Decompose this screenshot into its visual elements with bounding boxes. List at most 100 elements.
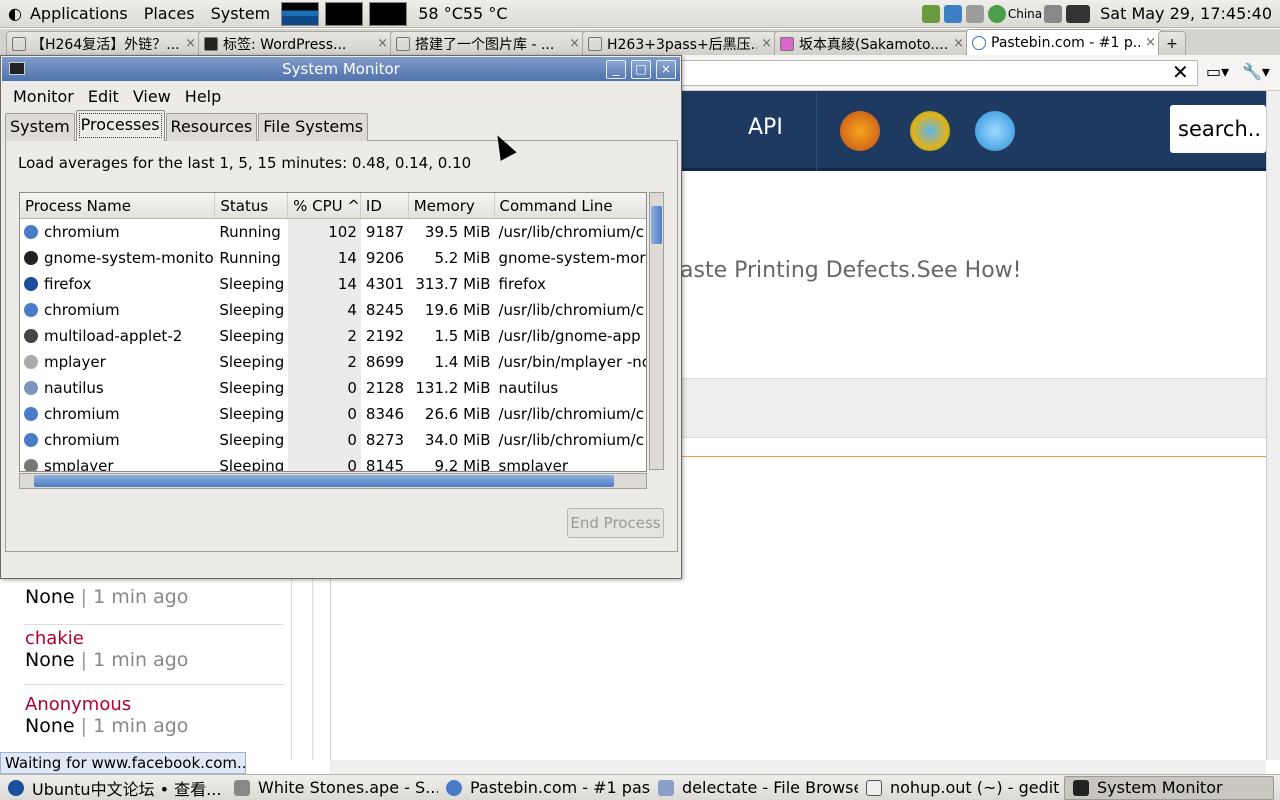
browser-tab[interactable]: H263+3pass+后黑压... × xyxy=(582,31,778,55)
paste-syntax: None xyxy=(25,586,75,608)
column-id[interactable]: ID xyxy=(361,193,409,218)
page-scrollbar[interactable] xyxy=(1266,91,1280,760)
browser-tab-active[interactable]: Pastebin.com - #1 p... × xyxy=(966,29,1162,55)
process-icon xyxy=(24,225,38,239)
site-search-input[interactable]: search.. xyxy=(1170,105,1266,153)
column-process-name[interactable]: Process Name xyxy=(20,193,216,218)
table-row[interactable]: gnome-system-monitor Running 14 9206 5.2 MiB… xyxy=(20,245,646,271)
stop-loading-icon[interactable]: ✕ xyxy=(1172,60,1189,84)
system-menu[interactable]: System xyxy=(203,4,279,23)
input-method-tray-icon[interactable] xyxy=(987,4,1006,23)
taskbar-item-active[interactable]: System Monitor xyxy=(1064,775,1274,800)
window-titlebar[interactable]: System Monitor _ □ × xyxy=(2,57,680,81)
browser-tab[interactable]: 坂本真綾(Sakamoto.... × xyxy=(774,31,970,55)
menu-view[interactable]: View xyxy=(126,87,178,106)
end-process-button[interactable]: End Process xyxy=(567,508,664,538)
command-line-cell: firefox xyxy=(498,275,546,293)
new-tab-button[interactable]: + xyxy=(1158,31,1186,55)
process-name-cell: chromium xyxy=(20,219,215,245)
memory-load-graph[interactable] xyxy=(325,1,364,26)
tab-close-icon[interactable]: × xyxy=(1145,35,1156,50)
table-row[interactable]: smplayer Sleeping 0 8145 9.2 MiB smplayer xyxy=(20,453,646,471)
column-status[interactable]: Status xyxy=(215,193,289,218)
list-item[interactable]: Anonymous None | 1 min ago xyxy=(25,694,188,737)
close-button[interactable]: × xyxy=(656,60,676,79)
process-table[interactable]: Process Name Status % CPU ^ ID Memory Co… xyxy=(19,192,647,472)
applications-menu[interactable]: Applications xyxy=(22,4,136,23)
bluetooth-tray-icon[interactable] xyxy=(943,4,962,23)
process-name-cell: chromium xyxy=(20,427,215,453)
column-command-line[interactable]: Command Line xyxy=(495,193,646,218)
api-link[interactable]: API xyxy=(748,115,783,140)
taskbar-item[interactable]: Pastebin.com - #1 pas... xyxy=(438,776,650,800)
hscroll-thumb[interactable] xyxy=(34,475,614,487)
ad-banner-text[interactable]: aste Printing Defects.See How! xyxy=(680,258,1022,283)
table-row[interactable]: nautilus Sleeping 0 2128 131.2 MiB nautilus xyxy=(20,375,646,401)
places-menu[interactable]: Places xyxy=(136,4,203,23)
tab-file-systems[interactable]: File Systems xyxy=(258,113,369,141)
chromium-icon xyxy=(446,779,462,796)
tab-close-icon[interactable]: × xyxy=(953,36,964,51)
process-name-cell: smplayer xyxy=(20,453,215,471)
cpu-cell: 0 xyxy=(288,401,361,427)
vscroll-thumb[interactable] xyxy=(651,206,662,244)
table-row[interactable]: chromium Sleeping 0 8346 26.6 MiB/usr/lib/ch… xyxy=(20,401,646,427)
id-cell: 2192 xyxy=(365,327,405,345)
network-load-graph[interactable] xyxy=(369,1,408,26)
menu-monitor[interactable]: Monitor xyxy=(2,87,81,106)
status-cell: Running xyxy=(219,249,281,267)
browser-tab[interactable]: 【H264复活】外链？... × xyxy=(6,31,202,55)
table-row[interactable]: chromium Sleeping 0 8273 34.0 MiB/usr/lib/ch… xyxy=(20,427,646,453)
table-row[interactable]: chromium Sleeping 4 8245 19.6 MiB/usr/lib/ch… xyxy=(20,297,646,323)
column-cpu[interactable]: % CPU ^ xyxy=(288,193,361,218)
status-cell: Sleeping xyxy=(219,431,285,449)
tab-close-icon[interactable]: × xyxy=(569,36,580,51)
table-row[interactable]: firefox Sleeping 14 4301 313.7 MiB firefox xyxy=(20,271,646,297)
tab-processes[interactable]: Processes xyxy=(75,110,165,141)
cpu-cell: 0 xyxy=(288,453,361,471)
column-memory[interactable]: Memory xyxy=(409,193,495,218)
tab-close-icon[interactable]: × xyxy=(185,36,196,51)
power-tray-icon[interactable] xyxy=(965,4,984,23)
firefox-addon-icon[interactable] xyxy=(840,111,880,151)
process-name-cell: chromium xyxy=(20,401,215,427)
cpu-load-graph[interactable] xyxy=(281,1,320,26)
network-tray-icon[interactable] xyxy=(921,4,940,23)
taskbar-item[interactable]: Ubuntu中文论坛 • 查看... xyxy=(0,776,226,800)
tab-resources[interactable]: Resources xyxy=(165,113,258,141)
ubuntu-logo-icon[interactable]: ◐ xyxy=(0,4,22,23)
twitter-icon[interactable] xyxy=(975,111,1015,151)
taskbar-item[interactable]: delectate - File Browser xyxy=(650,776,858,800)
tab-system[interactable]: System xyxy=(5,113,75,141)
media-player-icon xyxy=(234,779,250,796)
maximize-button[interactable]: □ xyxy=(631,60,651,79)
table-row[interactable]: multiload-applet-2 Sleeping 2 2192 1.5 MiB/u… xyxy=(20,323,646,349)
paste-title-link[interactable]: Anonymous xyxy=(25,694,188,715)
address-bar[interactable] xyxy=(680,60,1198,86)
chrome-addon-icon[interactable] xyxy=(910,111,950,151)
wrench-menu-icon[interactable]: 🔧▾ xyxy=(1242,62,1270,81)
menu-help[interactable]: Help xyxy=(178,87,228,106)
paste-title-link[interactable]: chakie xyxy=(25,628,188,649)
load-averages-label: Load averages for the last 1, 5, 15 minu… xyxy=(18,154,472,172)
browser-tab[interactable]: 标签: WordPress... × xyxy=(198,31,394,55)
page-hscrollbar[interactable] xyxy=(330,760,1266,774)
clock[interactable]: Sat May 29, 17:45:40 xyxy=(1092,4,1280,23)
menu-edit[interactable]: Edit xyxy=(81,87,126,106)
taskbar-item[interactable]: nohup.out (~) - gedit xyxy=(858,776,1064,800)
list-item[interactable]: None | 1 min ago xyxy=(25,586,188,608)
minimize-button[interactable]: _ xyxy=(606,60,626,79)
window-title: System Monitor xyxy=(282,60,400,78)
tab-close-icon[interactable]: × xyxy=(761,36,772,51)
display-tray-icon[interactable] xyxy=(1066,4,1091,23)
tab-close-icon[interactable]: × xyxy=(377,36,388,51)
page-menu-icon[interactable]: ▭▾ xyxy=(1206,62,1229,81)
taskbar-item[interactable]: White Stones.ape - S... xyxy=(226,776,438,800)
cpu-cell: 2 xyxy=(288,349,361,375)
list-item[interactable]: chakie None | 1 min ago xyxy=(25,628,188,671)
table-row[interactable]: chromium Running 102 9187 39.5 MiB/usr/lib/c… xyxy=(20,219,646,245)
table-row[interactable]: mplayer Sleeping 2 8699 1.4 MiB/usr/bin/mpla… xyxy=(20,349,646,375)
browser-tab[interactable]: 搭建了一个图片库 - ... × xyxy=(390,31,586,55)
volume-icon[interactable] xyxy=(1044,4,1063,23)
input-method-label: China xyxy=(1007,6,1043,21)
